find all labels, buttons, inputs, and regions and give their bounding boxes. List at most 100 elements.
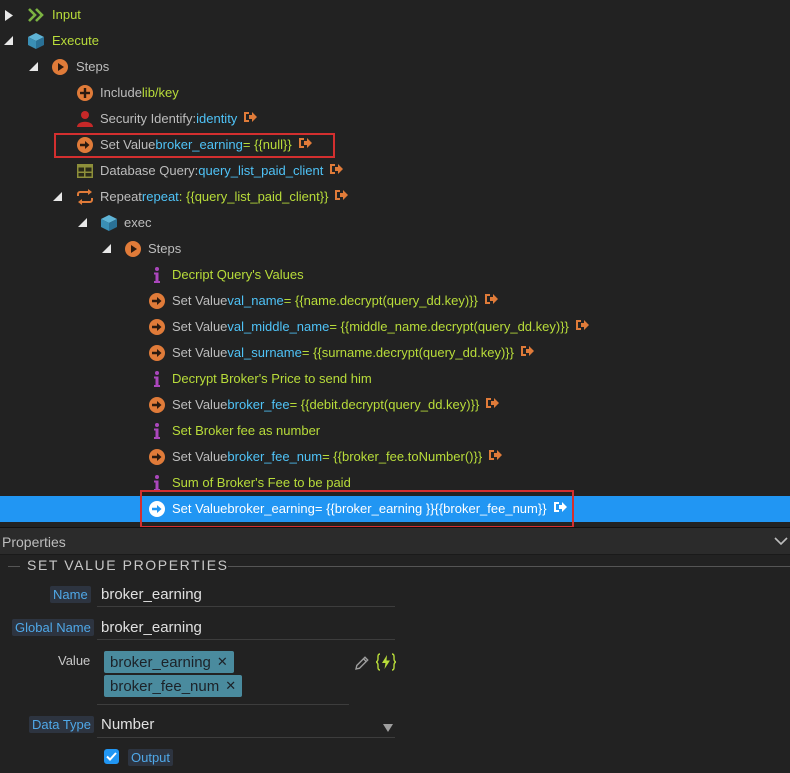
tree-label-prefix: Set Value bbox=[172, 293, 228, 308]
tree-label-prefix: Database Query: bbox=[100, 163, 199, 178]
tree-row-comment[interactable]: Decrypt Broker's Price to send him bbox=[0, 366, 790, 392]
tree-label-prefix: Security Identify: bbox=[100, 111, 197, 126]
collapse-toggle-icon[interactable] bbox=[78, 218, 88, 228]
tree-label-main: broker_fee bbox=[227, 397, 290, 412]
tree-label-suffix: = {{name.decrypt(query_dd.key)}} bbox=[283, 293, 478, 308]
arrow-circle-right-icon bbox=[76, 136, 94, 154]
tree-row-comment[interactable]: Sum of Broker's Fee to be paid bbox=[0, 470, 790, 496]
goto-icon[interactable] bbox=[485, 397, 500, 412]
arrow-circle-right-icon bbox=[148, 500, 166, 518]
collapse-toggle-icon[interactable] bbox=[4, 36, 14, 46]
info-icon bbox=[148, 266, 166, 284]
goto-icon[interactable] bbox=[553, 501, 567, 516]
tree-label-suffix: = {{broker_fee.toNumber()}} bbox=[322, 449, 483, 464]
tree-row-set-value-val-surname[interactable]: Set Value val_surname = {{surname.decryp… bbox=[0, 340, 790, 366]
value-label: Value bbox=[58, 653, 91, 668]
chevron-down-icon[interactable] bbox=[774, 534, 788, 549]
dropdown-arrow-icon[interactable] bbox=[383, 720, 393, 735]
tree-row-exec[interactable]: exec bbox=[0, 210, 790, 236]
global-name-label: Global Name bbox=[12, 619, 94, 636]
collapse-toggle-icon[interactable] bbox=[53, 192, 63, 202]
app-structure-tree: Input Execute Steps Include ​lib/key Sec… bbox=[0, 0, 790, 528]
tree-row-set-value-broker-fee-num[interactable]: Set Value broker_fee_num = {{broker_fee.… bbox=[0, 444, 790, 470]
table-icon bbox=[76, 162, 94, 180]
value-tag-label: broker_earning bbox=[110, 653, 211, 671]
tree-row-execute[interactable]: Execute bbox=[0, 28, 790, 54]
goto-icon[interactable] bbox=[334, 189, 349, 204]
tree-label-main: repeat bbox=[141, 189, 179, 204]
pencil-icon[interactable] bbox=[353, 654, 371, 675]
tree-label-suffix: = {{broker_earning }}{{broker_fee_num}} bbox=[314, 501, 547, 516]
tree-row-steps[interactable]: Steps bbox=[0, 54, 790, 80]
goto-icon[interactable] bbox=[298, 137, 312, 152]
name-label: Name bbox=[50, 586, 91, 603]
collapse-toggle-icon[interactable] bbox=[29, 62, 39, 72]
tree-label-prefix: Set Value bbox=[172, 501, 228, 516]
tree-label: Decrypt Broker's Price to send him bbox=[172, 371, 372, 386]
user-icon bbox=[76, 110, 94, 128]
global-name-input[interactable]: broker_earning bbox=[101, 619, 202, 636]
arrow-circle-right-icon bbox=[148, 318, 166, 336]
info-icon bbox=[148, 474, 166, 492]
tree-row-input[interactable]: Input bbox=[0, 2, 790, 28]
tree-label: exec bbox=[124, 215, 152, 230]
tree-row-comment[interactable]: Set Broker fee as number bbox=[0, 418, 790, 444]
tree-label-main: broker_earning bbox=[227, 501, 315, 516]
tree-row-comment[interactable]: Decript Query's Values bbox=[0, 262, 790, 288]
data-type-label: Data Type bbox=[29, 716, 95, 733]
goto-icon[interactable] bbox=[329, 163, 344, 178]
tree-label-main: val_name bbox=[227, 293, 284, 308]
tree-row-include[interactable]: Include ​lib/key bbox=[0, 80, 790, 106]
goto-icon[interactable] bbox=[243, 111, 258, 126]
tree-label: Decript Query's Values bbox=[172, 267, 304, 282]
tree-label-prefix: Repeat bbox=[100, 189, 142, 204]
dynamic-data-icon[interactable] bbox=[375, 653, 397, 674]
value-tag[interactable]: broker_earning ✕ bbox=[104, 651, 234, 673]
plus-circle-icon bbox=[76, 84, 94, 102]
play-circle-icon bbox=[51, 58, 69, 76]
tree-row-database-query[interactable]: Database Query: query_list_paid_client bbox=[0, 158, 790, 184]
goto-icon[interactable] bbox=[488, 449, 503, 464]
tree-label: Sum of Broker's Fee to be paid bbox=[172, 475, 351, 490]
remove-tag-icon[interactable]: ✕ bbox=[217, 654, 228, 670]
tree-label-prefix: Set Value bbox=[172, 345, 228, 360]
goto-icon[interactable] bbox=[575, 319, 589, 334]
arrow-circle-right-icon bbox=[148, 448, 166, 466]
name-input[interactable]: broker_earning bbox=[101, 586, 202, 603]
cube-icon bbox=[100, 214, 118, 232]
value-tag[interactable]: broker_fee_num ✕ bbox=[104, 675, 243, 697]
tree-label: Input bbox=[52, 7, 81, 22]
output-checkbox[interactable] bbox=[104, 749, 119, 764]
properties-panel-header[interactable]: Properties bbox=[0, 527, 790, 555]
tree-label-main: broker_fee_num bbox=[227, 449, 323, 464]
tree-label-main: lib/key bbox=[141, 85, 179, 100]
tree-label-main: val_surname bbox=[227, 345, 302, 360]
tree-row-set-value-broker-earning-init[interactable]: Set Value broker_earning = {{null}} bbox=[0, 132, 790, 158]
collapse-toggle-icon[interactable] bbox=[102, 244, 112, 254]
tree-row-set-value-val-middle-name[interactable]: Set Value val_middle_name = {{middle_nam… bbox=[0, 314, 790, 340]
tree-label: Steps bbox=[76, 59, 110, 74]
repeat-icon bbox=[76, 188, 94, 206]
chevrons-right-icon bbox=[27, 6, 45, 24]
tree-row-set-value-val-name[interactable]: Set Value val_name = {{name.decrypt(quer… bbox=[0, 288, 790, 314]
goto-icon[interactable] bbox=[484, 293, 498, 308]
tree-label-main: query_list_paid_client bbox=[198, 163, 324, 178]
tree-row-set-value-broker-earning-selected[interactable]: Set Value broker_earning = {{broker_earn… bbox=[0, 496, 790, 522]
tree-label-main: identity bbox=[196, 111, 238, 126]
remove-tag-icon[interactable]: ✕ bbox=[225, 678, 236, 694]
tree-row-set-value-broker-fee[interactable]: Set Value broker_fee = {{debit.decrypt(q… bbox=[0, 392, 790, 418]
tree-row-steps-inner[interactable]: Steps bbox=[0, 236, 790, 262]
section-divider bbox=[228, 566, 790, 567]
tree-label: Set Broker fee as number bbox=[172, 423, 321, 438]
expand-toggle-icon[interactable] bbox=[5, 10, 15, 21]
section-divider bbox=[8, 566, 20, 567]
tree-row-security-identify[interactable]: Security Identify: identity bbox=[0, 106, 790, 132]
output-label[interactable]: Output bbox=[128, 749, 174, 766]
cube-icon bbox=[27, 32, 45, 50]
data-type-select[interactable]: Number bbox=[101, 716, 154, 733]
value-tag-label: broker_fee_num bbox=[110, 677, 220, 695]
tree-row-repeat[interactable]: Repeat repeat: {{query_list_paid_client}… bbox=[0, 184, 790, 210]
goto-icon[interactable] bbox=[520, 345, 534, 360]
properties-title: Properties bbox=[2, 534, 66, 550]
tree-label-prefix: Set Value bbox=[100, 137, 156, 152]
